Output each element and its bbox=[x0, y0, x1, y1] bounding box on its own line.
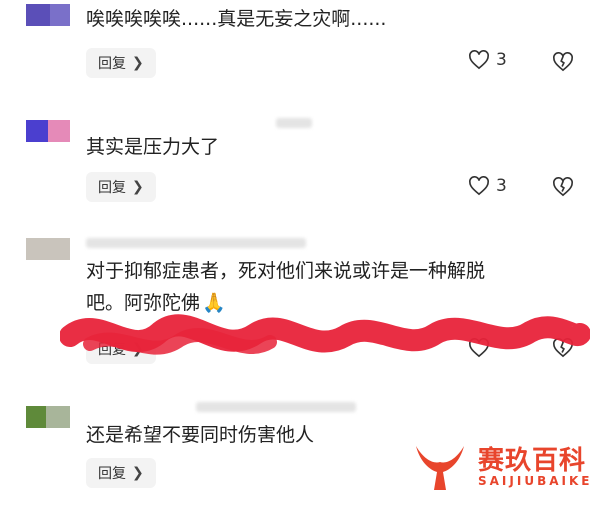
red-scribble-redaction bbox=[60, 314, 590, 355]
comment-text-line1: 对于抑郁症患者，死对他们来说或许是一种解脱 bbox=[86, 260, 486, 282]
username-blurred bbox=[196, 402, 356, 412]
reply-label: 回复 bbox=[98, 466, 126, 482]
whale-tail-icon bbox=[416, 446, 464, 490]
comment-text: 唉唉唉唉唉......真是无妄之灾啊...... bbox=[86, 8, 387, 30]
watermark-cn: 赛玖百科 bbox=[478, 446, 587, 476]
like-count: 3 bbox=[496, 50, 507, 70]
username-blurred bbox=[86, 238, 306, 248]
chevron-right-icon: ❯ bbox=[132, 179, 144, 195]
broken-heart-icon[interactable] bbox=[552, 52, 574, 72]
watermark-logo: 赛玖百科 SAIJIUBAIKE bbox=[410, 436, 590, 496]
reply-button[interactable]: 回复 ❯ bbox=[86, 458, 156, 488]
comment-text: 还是希望不要同时伤害他人 bbox=[86, 424, 315, 446]
reply-button[interactable]: 回复 ❯ bbox=[86, 48, 156, 78]
avatar[interactable] bbox=[26, 4, 70, 26]
avatar[interactable] bbox=[26, 120, 70, 142]
reply-label: 回复 bbox=[98, 56, 126, 72]
watermark-en: SAIJIUBAIKE bbox=[478, 474, 593, 488]
like-button[interactable]: 3 bbox=[468, 176, 507, 196]
like-count: 3 bbox=[496, 176, 507, 196]
username-blurred bbox=[276, 118, 312, 128]
chevron-right-icon: ❯ bbox=[132, 55, 144, 71]
reply-button[interactable]: 回复 ❯ bbox=[86, 172, 156, 202]
broken-heart-icon[interactable] bbox=[552, 177, 574, 197]
avatar[interactable] bbox=[26, 238, 70, 260]
avatar[interactable] bbox=[26, 406, 70, 428]
like-button[interactable]: 3 bbox=[468, 50, 507, 70]
heart-icon bbox=[469, 176, 489, 196]
heart-icon bbox=[469, 50, 489, 70]
comment-text: 其实是压力大了 bbox=[86, 136, 220, 158]
chevron-right-icon: ❯ bbox=[132, 465, 144, 481]
reply-label: 回复 bbox=[98, 180, 126, 196]
